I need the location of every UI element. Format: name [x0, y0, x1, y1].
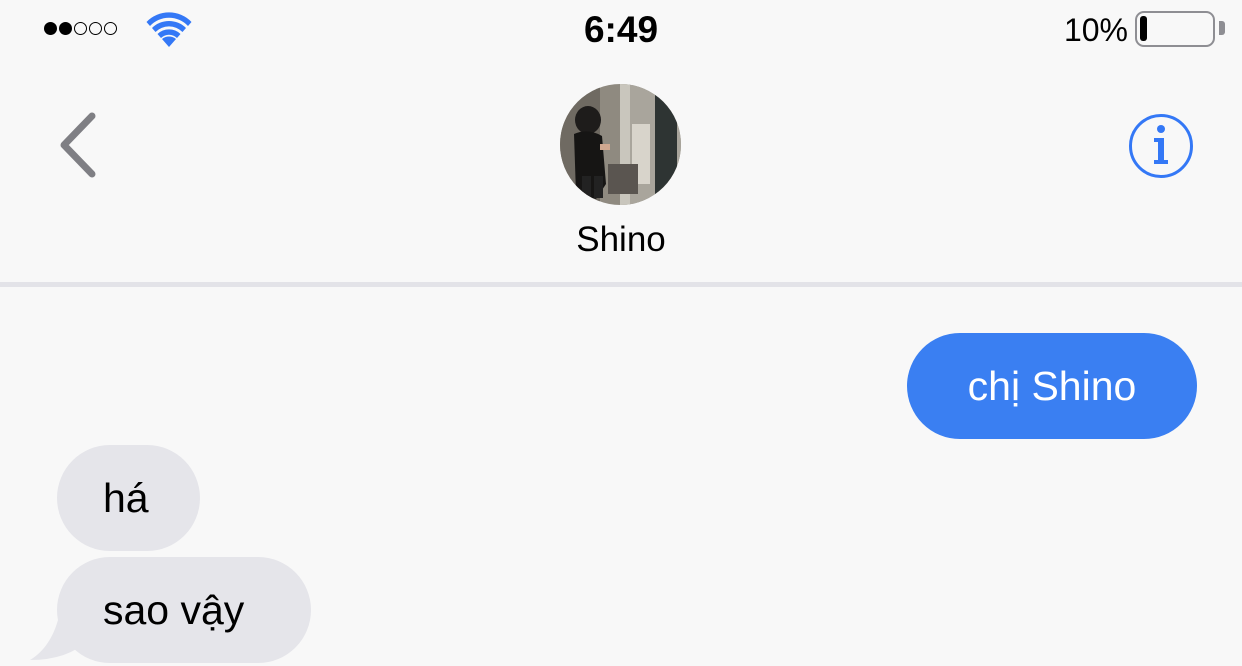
- messages-screen: 6:49 10% Shino chị Shino há sao vậy: [0, 0, 1242, 666]
- status-bar: 6:49 10%: [0, 0, 1242, 62]
- status-time: 6:49: [583, 9, 659, 50]
- chevron-left-icon[interactable]: [52, 110, 104, 180]
- battery-level-fill: [1140, 16, 1147, 41]
- conversation-header: Shino: [0, 62, 1242, 282]
- contact-name[interactable]: Shino: [0, 220, 1242, 260]
- sent-message-bubble[interactable]: chị Shino: [907, 333, 1197, 439]
- battery-icon: [1135, 11, 1215, 47]
- avatar[interactable]: [560, 84, 681, 205]
- received-message-bubble[interactable]: há: [57, 445, 200, 551]
- battery-percentage: 10%: [1063, 12, 1128, 48]
- info-icon[interactable]: [1128, 113, 1194, 179]
- avatar-photo: [560, 84, 681, 205]
- received-message-bubble[interactable]: sao vậy: [57, 557, 311, 663]
- header-divider: [0, 282, 1242, 287]
- battery-cap: [1219, 21, 1225, 35]
